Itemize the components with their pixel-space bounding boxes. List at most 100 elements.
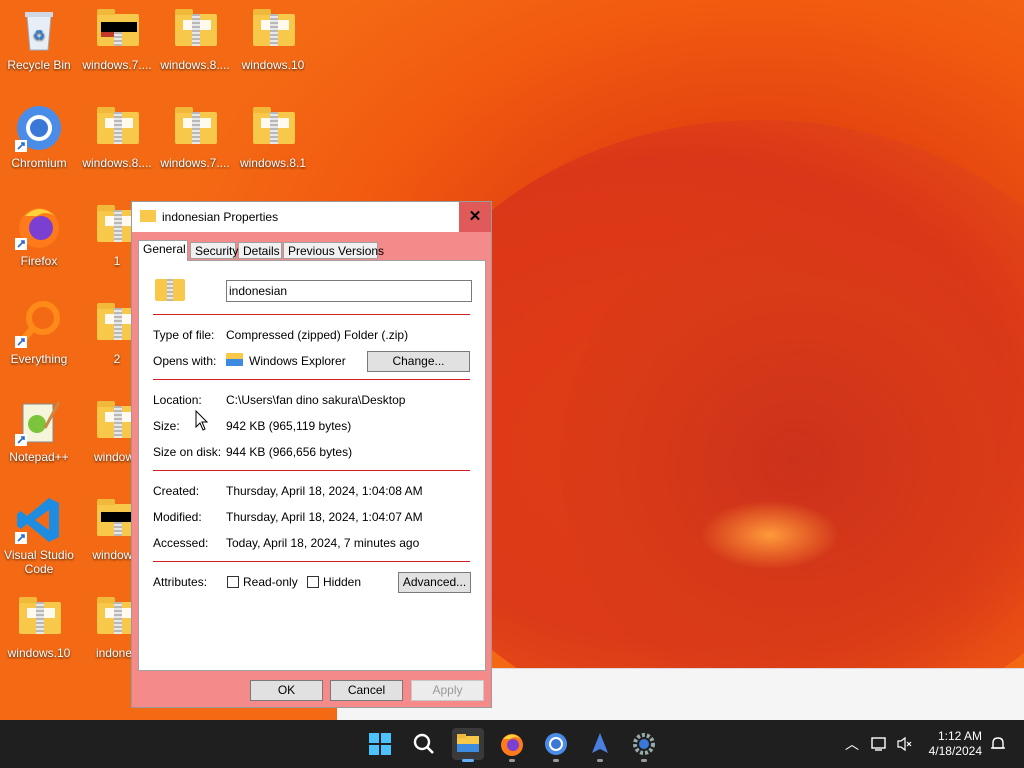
svg-text:♻: ♻ bbox=[33, 27, 46, 43]
created-value: Thursday, April 18, 2024, 1:04:08 AM bbox=[226, 484, 423, 498]
active-indicator bbox=[462, 759, 474, 762]
readonly-checkbox[interactable] bbox=[227, 576, 239, 588]
desktop-icon-firefox[interactable]: Firefox bbox=[0, 202, 78, 268]
separator bbox=[153, 561, 470, 562]
search-button[interactable] bbox=[408, 728, 440, 760]
settings-icon bbox=[633, 733, 655, 755]
volume-muted-icon[interactable] bbox=[896, 736, 912, 752]
desktop-icon-label: windows.8.1 bbox=[239, 156, 307, 170]
everything-search-icon bbox=[15, 300, 63, 348]
tab-general[interactable]: General bbox=[138, 240, 188, 261]
zip-folder-icon bbox=[15, 594, 63, 642]
size-on-disk-label: Size on disk: bbox=[153, 445, 222, 459]
taskbar: ︿ 1:12 AM 4/18/2024 bbox=[0, 720, 1024, 768]
running-indicator bbox=[509, 759, 515, 762]
desktop-icon-windows7b[interactable]: windows.7.... bbox=[156, 104, 234, 170]
vscode-icon bbox=[15, 496, 63, 544]
firefox-icon bbox=[501, 734, 523, 756]
zip-folder-icon bbox=[140, 210, 156, 222]
desktop-icon-label: Visual Studio Code bbox=[4, 548, 74, 576]
zip-folder-icon bbox=[93, 6, 141, 54]
modified-label: Modified: bbox=[153, 510, 202, 524]
general-panel: Type of file: Compressed (zipped) Folder… bbox=[138, 260, 486, 671]
zip-folder-icon bbox=[249, 6, 297, 54]
desktop-icon-windows10-zip[interactable]: windows.10 bbox=[0, 594, 78, 660]
tab-previous-versions[interactable]: Previous Versions bbox=[283, 242, 384, 259]
advanced-button[interactable]: Advanced... bbox=[398, 572, 471, 593]
app-icon bbox=[592, 733, 608, 753]
desktop-icon-label: windows.10 bbox=[7, 646, 71, 660]
created-label: Created: bbox=[153, 484, 200, 498]
app-button[interactable] bbox=[584, 728, 616, 762]
firefox-button[interactable] bbox=[496, 728, 528, 762]
file-explorer-button[interactable] bbox=[452, 728, 484, 762]
file-explorer-icon bbox=[226, 353, 243, 366]
search-icon bbox=[413, 733, 434, 754]
desktop-icon-label: windows.10 bbox=[241, 58, 305, 72]
zip-folder-icon bbox=[155, 279, 185, 301]
size-value: 942 KB (965,119 bytes) bbox=[226, 419, 352, 433]
desktop-icon-label: windows.8.... bbox=[82, 156, 152, 170]
desktop-icon-label: windows.8.... bbox=[160, 58, 230, 72]
desktop-icon-vscode[interactable]: Visual Studio Code bbox=[0, 496, 78, 576]
desktop-icon-label: Firefox bbox=[20, 254, 58, 268]
close-button[interactable]: ✕ bbox=[459, 202, 491, 232]
apply-button[interactable]: Apply bbox=[411, 680, 484, 701]
type-label: Type of file: bbox=[153, 328, 215, 342]
desktop-icon-windows7[interactable]: windows.7.... bbox=[78, 6, 156, 72]
chromium-icon bbox=[545, 733, 567, 755]
properties-dialog: indonesian Properties ✕ General Security… bbox=[131, 201, 492, 708]
accessed-value: Today, April 18, 2024, 7 minutes ago bbox=[226, 536, 420, 550]
desktop-icon-everything[interactable]: Everything bbox=[0, 300, 78, 366]
desktop-icon-windows81[interactable]: windows.8.1 bbox=[234, 104, 312, 170]
attributes-label: Attributes: bbox=[153, 575, 208, 589]
cancel-button[interactable]: Cancel bbox=[330, 680, 403, 701]
start-button[interactable] bbox=[364, 728, 396, 760]
name-input[interactable] bbox=[226, 280, 472, 302]
hidden-checkbox[interactable] bbox=[307, 576, 319, 588]
desktop-icon-recycle-bin[interactable]: ♻ Recycle Bin bbox=[0, 6, 78, 72]
desktop-icon-label: Everything bbox=[10, 352, 68, 366]
ok-button[interactable]: OK bbox=[250, 680, 323, 701]
chevron-up-icon[interactable]: ︿ bbox=[845, 734, 859, 754]
tab-details[interactable]: Details bbox=[238, 242, 282, 259]
location-value: C:\Users\fan dino sakura\Desktop bbox=[226, 393, 406, 407]
opens-with-label: Opens with: bbox=[153, 354, 217, 368]
chromium-button[interactable] bbox=[540, 728, 572, 762]
size-on-disk-value: 944 KB (966,656 bytes) bbox=[226, 445, 353, 459]
change-button[interactable]: Change... bbox=[367, 351, 470, 372]
tab-security[interactable]: Security bbox=[190, 242, 238, 259]
zip-folder-icon bbox=[171, 104, 219, 152]
firefox-icon bbox=[15, 202, 63, 250]
network-icon[interactable] bbox=[870, 736, 888, 752]
start-icon bbox=[369, 733, 391, 755]
clock-date: 4/18/2024 bbox=[928, 744, 982, 758]
notification-icon[interactable] bbox=[990, 735, 1006, 753]
settings-button[interactable] bbox=[628, 728, 660, 762]
desktop-icon-windows8[interactable]: windows.8.... bbox=[78, 104, 156, 170]
zip-folder-icon bbox=[171, 6, 219, 54]
zip-folder-icon bbox=[93, 104, 141, 152]
separator bbox=[153, 379, 470, 380]
desktop-icon-chromium[interactable]: Chromium bbox=[0, 104, 78, 170]
hidden-label: Hidden bbox=[323, 575, 362, 589]
desktop-icon-notepadpp[interactable]: Notepad++ bbox=[0, 398, 78, 464]
accessed-label: Accessed: bbox=[153, 536, 209, 550]
desktop-icon-windows10[interactable]: windows.10 bbox=[234, 6, 312, 72]
opens-with-value: Windows Explorer bbox=[249, 354, 346, 368]
separator bbox=[153, 314, 470, 315]
clock-time: 1:12 AM bbox=[937, 729, 982, 743]
dialog-titlebar[interactable]: indonesian Properties ✕ bbox=[132, 202, 491, 232]
desktop-icon-label: windows.7.... bbox=[82, 58, 152, 72]
desktop-icon-windows8a[interactable]: windows.8.... bbox=[156, 6, 234, 72]
notepadpp-icon bbox=[15, 398, 63, 446]
file-explorer-icon bbox=[457, 734, 479, 752]
wallpaper-glow bbox=[700, 500, 840, 570]
type-value: Compressed (zipped) Folder (.zip) bbox=[226, 328, 409, 342]
system-clock[interactable]: 1:12 AM 4/18/2024 bbox=[929, 729, 982, 759]
chromium-icon bbox=[15, 104, 63, 152]
zip-folder-icon bbox=[249, 104, 297, 152]
desktop-icon-label: Chromium bbox=[11, 156, 67, 170]
running-indicator bbox=[597, 759, 603, 762]
close-icon: ✕ bbox=[468, 208, 482, 225]
